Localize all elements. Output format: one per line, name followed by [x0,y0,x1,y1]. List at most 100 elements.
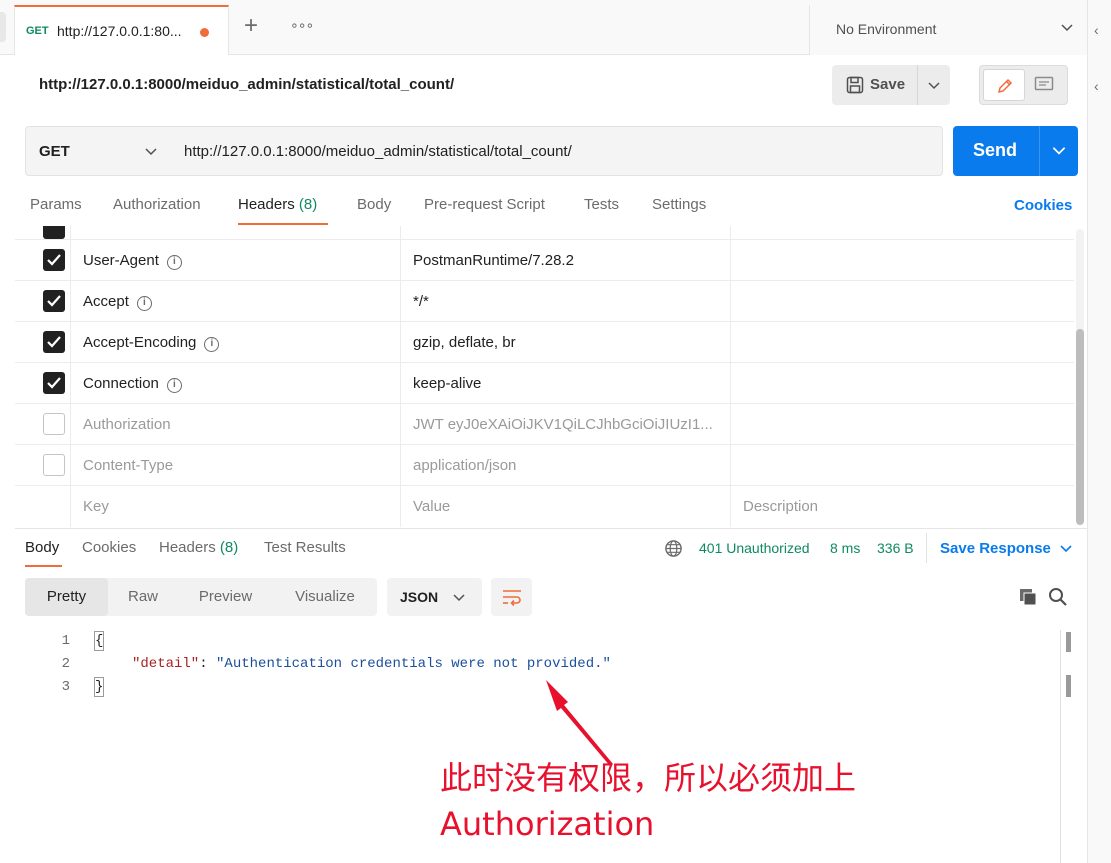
tab-body[interactable]: Body [357,196,391,213]
header-value-cell[interactable]: PostmanRuntime/7.28.2 [401,240,731,281]
tab-authorization[interactable]: Authorization [113,196,201,213]
chevron-down-icon[interactable] [1050,141,1068,159]
format-raw[interactable]: Raw [108,578,178,616]
response-status[interactable]: 401 Unauthorized [699,540,810,556]
header-key-cell[interactable]: Connection i [71,363,401,404]
info-icon[interactable]: i [166,378,182,393]
header-value-cell[interactable]: */* [401,281,731,322]
header-value-cell[interactable]: gzip, deflate, br [401,322,731,363]
header-description-cell[interactable] [731,281,1074,322]
response-tab-cookies[interactable]: Cookies [82,539,136,556]
chevron-down-icon[interactable] [926,77,942,93]
save-response-button[interactable]: Save Response [940,540,1051,557]
code-scrollbar[interactable] [1060,630,1073,863]
send-button[interactable]: Send [953,126,1078,176]
response-tab-headers[interactable]: Headers (8) [159,539,238,556]
header-value-cell[interactable]: keep-alive [401,363,731,404]
chevron-left-icon[interactable]: ‹ [1094,22,1099,38]
tab-params[interactable]: Params [30,196,82,213]
table-cell [15,363,71,404]
header-key-cell[interactable]: Accept-Encoding i [71,322,401,363]
annotation-line-1: 此时没有权限，所以必须加上 [440,759,857,797]
format-preview[interactable]: Preview [178,578,273,616]
tab-method: GET [26,25,49,37]
table-cell [15,404,71,445]
cookies-link[interactable]: Cookies [1014,197,1072,214]
checkbox[interactable] [43,249,65,271]
format-toggle-group: Pretty Raw Preview Visualize [25,578,377,616]
request-tab[interactable]: GET http://127.0.0.1:80... [14,5,229,55]
header-key-cell[interactable]: Accept i [71,281,401,322]
copy-icon[interactable] [1018,587,1038,607]
checkbox[interactable] [43,372,65,394]
header-key-cell[interactable]: Authorization [71,404,401,445]
table-cell [731,226,1074,240]
tab-strip: GET http://127.0.0.1:80... + ∘∘∘ No Envi… [0,0,1111,55]
checkbox[interactable] [43,331,65,353]
search-icon[interactable] [1048,587,1068,607]
checkbox[interactable] [43,226,65,239]
tab-settings[interactable]: Settings [652,196,706,213]
tab-headers[interactable]: Headers (8) [238,196,317,213]
info-icon[interactable]: i [204,337,220,352]
wrap-lines-button[interactable] [491,578,532,616]
response-time[interactable]: 8 ms [830,540,860,556]
previous-tab-stub[interactable] [0,12,6,42]
scrollbar-thumb[interactable] [1076,329,1084,525]
key-placeholder: Key [83,498,109,515]
save-button[interactable]: Save [832,65,918,105]
headers-scrollbar[interactable] [1076,229,1084,525]
new-value-input[interactable]: Value [401,486,731,527]
save-button-group: Save [832,65,950,105]
line-number: 1 [61,633,70,649]
header-key-cell[interactable]: Content-Type [71,445,401,486]
header-key-cell[interactable]: User-Agent i [71,240,401,281]
response-tab-test-results[interactable]: Test Results [264,539,346,556]
new-tab-plus-icon[interactable]: + [244,14,258,38]
header-description-cell[interactable] [731,445,1074,486]
header-description-cell[interactable] [731,363,1074,404]
header-key: Accept i [83,293,152,311]
table-cell [15,322,71,363]
header-description-cell[interactable] [731,322,1074,363]
header-value-cell[interactable]: application/json [401,445,731,486]
tab-tests[interactable]: Tests [584,196,619,213]
checkbox[interactable] [43,290,65,312]
tab-title: http://127.0.0.1:80... [57,23,182,39]
url-input[interactable] [169,126,943,176]
json-value: "Authentication credentials were not pro… [216,656,611,672]
header-description-cell[interactable] [731,404,1074,445]
chevron-down-icon[interactable] [1058,540,1074,556]
checkbox[interactable] [43,413,65,435]
tab-pre-request-script[interactable]: Pre-request Script [424,196,545,213]
request-title[interactable]: http://127.0.0.1:8000/meiduo_admin/stati… [39,76,454,93]
method-select[interactable]: GET [25,126,170,176]
comment-icon[interactable] [1034,76,1054,94]
format-pretty[interactable]: Pretty [25,578,108,616]
checkbox[interactable] [43,454,65,476]
header-description-cell[interactable] [731,240,1074,281]
save-label: Save [870,76,906,93]
info-icon[interactable]: i [136,296,152,311]
table-row: Accept i */* [15,281,1074,322]
edit-mode-button[interactable] [983,69,1025,101]
checkmark-icon [47,336,61,348]
chevron-left-icon[interactable]: ‹ [1094,78,1099,94]
globe-icon[interactable] [664,539,683,558]
response-tab-body[interactable]: Body [25,539,59,556]
divider [15,528,1087,529]
environment-select[interactable]: No Environment [809,5,1087,55]
send-divider [1039,126,1040,176]
json-key: "detail" [132,656,200,672]
table-cell [15,226,71,240]
format-visualize[interactable]: Visualize [273,578,377,616]
new-key-input[interactable]: Key [71,486,401,527]
new-description-input[interactable]: Description [731,486,1074,527]
response-size[interactable]: 336 B [877,540,914,556]
more-tabs-icon[interactable]: ∘∘∘ [290,17,314,34]
active-tab-underline [238,223,328,225]
language-select[interactable]: JSON [387,578,482,616]
chevron-down-icon [145,148,157,156]
info-icon[interactable]: i [166,255,182,270]
header-value-cell[interactable]: JWT eyJ0eXAiOiJKV1QiLCJhbGciOiJIUzI1... [401,404,731,445]
